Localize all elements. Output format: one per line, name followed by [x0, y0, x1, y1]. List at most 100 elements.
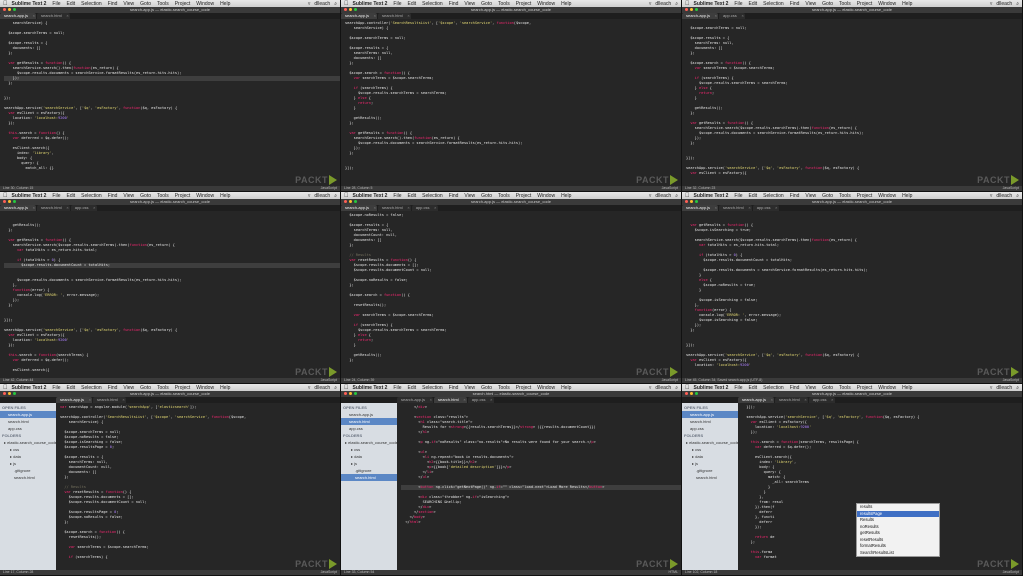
menu-item-help[interactable]: Help — [561, 1, 571, 7]
menu-item-help[interactable]: Help — [561, 193, 571, 199]
menu-item-view[interactable]: View — [123, 1, 134, 7]
menu-item-edit[interactable]: Edit — [407, 193, 416, 199]
wifi-icon[interactable]: ▿ — [308, 1, 311, 7]
apple-icon[interactable]:  — [344, 193, 349, 199]
menu-item-edit[interactable]: Edit — [66, 385, 75, 391]
menu-item-help[interactable]: Help — [902, 1, 912, 7]
menu-item-edit[interactable]: Edit — [66, 1, 75, 7]
syntax-mode[interactable]: JavaScript — [662, 378, 678, 383]
menu-item-find[interactable]: Find — [449, 1, 459, 7]
minimize-window-icon[interactable] — [690, 200, 693, 203]
menu-item-view[interactable]: View — [464, 385, 475, 391]
sidebar-item-search-html[interactable]: search.html — [682, 474, 738, 481]
sidebar-item-js[interactable]: ▸ js — [682, 460, 738, 467]
sidebar-item--gitignore[interactable]: .gitignore — [682, 467, 738, 474]
spotlight-search-icon[interactable]: ⌕ — [1016, 1, 1019, 7]
code-editor[interactable]: $scope.noResults = false; $scope.results… — [341, 211, 681, 378]
minimize-window-icon[interactable] — [8, 200, 11, 203]
minimize-window-icon[interactable] — [349, 8, 352, 11]
menu-item-selection[interactable]: Selection — [422, 193, 443, 199]
sidebar-item-search-html[interactable]: search.html — [341, 418, 397, 425]
menu-item-selection[interactable]: Selection — [763, 385, 784, 391]
close-window-icon[interactable] — [344, 392, 347, 395]
menu-item-selection[interactable]: Selection — [422, 385, 443, 391]
menu-item-help[interactable]: Help — [902, 385, 912, 391]
code-editor[interactable]: searchApp.controller('SearchResultsList'… — [341, 19, 681, 186]
spotlight-search-icon[interactable]: ⌕ — [334, 1, 337, 7]
spotlight-search-icon[interactable]: ⌕ — [675, 193, 678, 199]
syntax-mode[interactable]: JavaScript — [1003, 186, 1019, 191]
menu-item-view[interactable]: View — [805, 193, 816, 199]
close-window-icon[interactable] — [3, 200, 6, 203]
zoom-window-icon[interactable] — [13, 8, 16, 11]
menu-item-find[interactable]: Find — [449, 193, 459, 199]
minimize-window-icon[interactable] — [8, 8, 11, 11]
menu-item-tools[interactable]: Tools — [498, 1, 510, 7]
menu-item-selection[interactable]: Selection — [81, 193, 102, 199]
menu-item-edit[interactable]: Edit — [748, 193, 757, 199]
syntax-mode[interactable]: JavaScript — [662, 186, 678, 191]
spotlight-search-icon[interactable]: ⌕ — [334, 385, 337, 391]
menu-item-goto[interactable]: Goto — [481, 1, 492, 7]
app-name-menu[interactable]: Sublime Text 2 — [12, 385, 47, 391]
syntax-mode[interactable]: JavaScript — [321, 186, 337, 191]
menu-item-goto[interactable]: Goto — [822, 1, 833, 7]
user-name[interactable]: dlleach — [655, 193, 671, 199]
zoom-window-icon[interactable] — [354, 200, 357, 203]
sidebar-item-data[interactable]: ▸ data — [0, 453, 56, 460]
apple-icon[interactable]:  — [344, 385, 349, 391]
wifi-icon[interactable]: ▿ — [990, 385, 993, 391]
menu-item-file[interactable]: File — [52, 193, 60, 199]
zoom-window-icon[interactable] — [13, 200, 16, 203]
menu-item-goto[interactable]: Goto — [140, 1, 151, 7]
menu-item-tools[interactable]: Tools — [157, 1, 169, 7]
menu-item-window[interactable]: Window — [878, 1, 896, 7]
menu-item-selection[interactable]: Selection — [763, 193, 784, 199]
sidebar-item-search-html[interactable]: search.html — [0, 474, 56, 481]
sidebar-item--gitignore[interactable]: .gitignore — [0, 467, 56, 474]
user-name[interactable]: dlleach — [314, 193, 330, 199]
menu-item-tools[interactable]: Tools — [839, 193, 851, 199]
menu-item-find[interactable]: Find — [790, 1, 800, 7]
menu-item-window[interactable]: Window — [196, 1, 214, 7]
sidebar-item-elastic-search_course_code[interactable]: ▸ elastic-search_course_code — [341, 439, 397, 446]
menu-item-goto[interactable]: Goto — [140, 385, 151, 391]
menu-item-view[interactable]: View — [805, 385, 816, 391]
zoom-window-icon[interactable] — [354, 392, 357, 395]
menu-item-project[interactable]: Project — [857, 385, 873, 391]
user-name[interactable]: dlleach — [314, 385, 330, 391]
apple-icon[interactable]:  — [3, 193, 8, 199]
syntax-mode[interactable]: JavaScript — [321, 570, 337, 575]
code-editor[interactable]: }]); searchApp.service('searchService', … — [738, 403, 1022, 570]
sidebar-item-search-app-js[interactable]: search-app.js — [0, 411, 56, 418]
sidebar-item-app-css[interactable]: app.css — [0, 425, 56, 432]
close-window-icon[interactable] — [3, 8, 6, 11]
autocomplete-option[interactable]: SearchResultsList — [857, 550, 939, 557]
syntax-mode[interactable]: JavaScript — [1003, 378, 1019, 383]
menu-item-help[interactable]: Help — [220, 1, 230, 7]
menu-item-window[interactable]: Window — [537, 193, 555, 199]
zoom-window-icon[interactable] — [695, 8, 698, 11]
menu-item-project[interactable]: Project — [175, 193, 191, 199]
app-name-menu[interactable]: Sublime Text 2 — [12, 1, 47, 7]
menu-item-file[interactable]: File — [393, 385, 401, 391]
menu-item-find[interactable]: Find — [790, 193, 800, 199]
syntax-mode[interactable]: JavaScript — [321, 378, 337, 383]
menu-item-help[interactable]: Help — [902, 193, 912, 199]
menu-item-goto[interactable]: Goto — [481, 385, 492, 391]
menu-item-file[interactable]: File — [52, 1, 60, 7]
menu-item-help[interactable]: Help — [220, 385, 230, 391]
sidebar-item-js[interactable]: ▸ js — [0, 460, 56, 467]
minimize-window-icon[interactable] — [349, 392, 352, 395]
menu-item-project[interactable]: Project — [175, 385, 191, 391]
menu-item-edit[interactable]: Edit — [407, 1, 416, 7]
sidebar-item-search-html[interactable]: search.html — [682, 418, 738, 425]
close-window-icon[interactable] — [344, 200, 347, 203]
menu-item-selection[interactable]: Selection — [422, 1, 443, 7]
spotlight-search-icon[interactable]: ⌕ — [1016, 385, 1019, 391]
menu-item-goto[interactable]: Goto — [481, 193, 492, 199]
sidebar-item-search-html[interactable]: search.html — [341, 474, 397, 481]
menu-item-goto[interactable]: Goto — [822, 385, 833, 391]
apple-icon[interactable]:  — [3, 1, 8, 7]
menu-item-view[interactable]: View — [123, 193, 134, 199]
